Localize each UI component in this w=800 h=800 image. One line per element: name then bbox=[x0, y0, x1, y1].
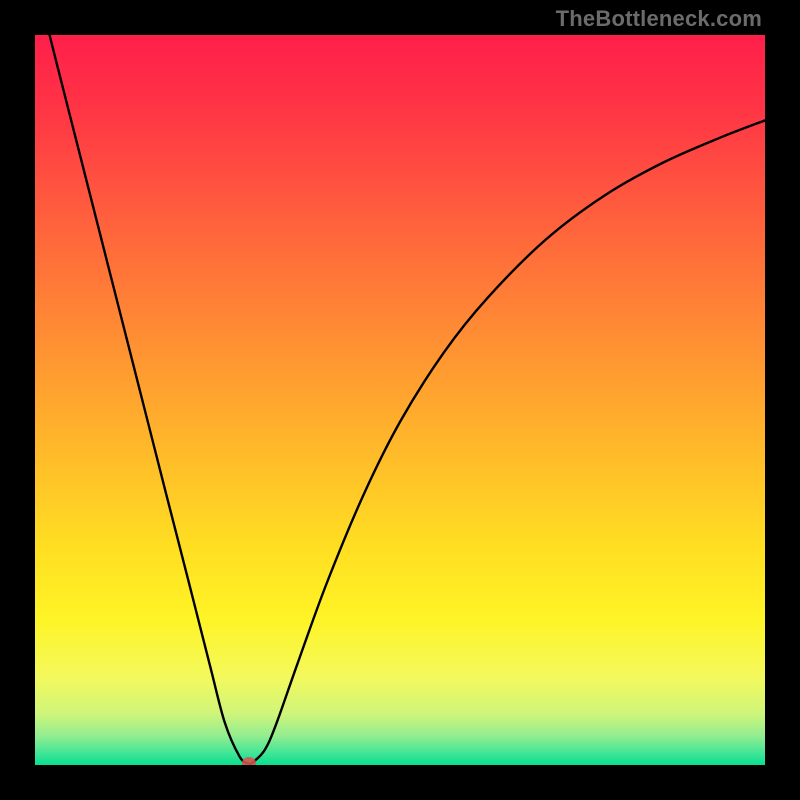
plot-area bbox=[35, 35, 765, 765]
chart-frame: TheBottleneck.com bbox=[0, 0, 800, 800]
min-marker bbox=[242, 757, 256, 765]
watermark-label: TheBottleneck.com bbox=[556, 6, 762, 32]
bottleneck-curve bbox=[35, 35, 765, 765]
